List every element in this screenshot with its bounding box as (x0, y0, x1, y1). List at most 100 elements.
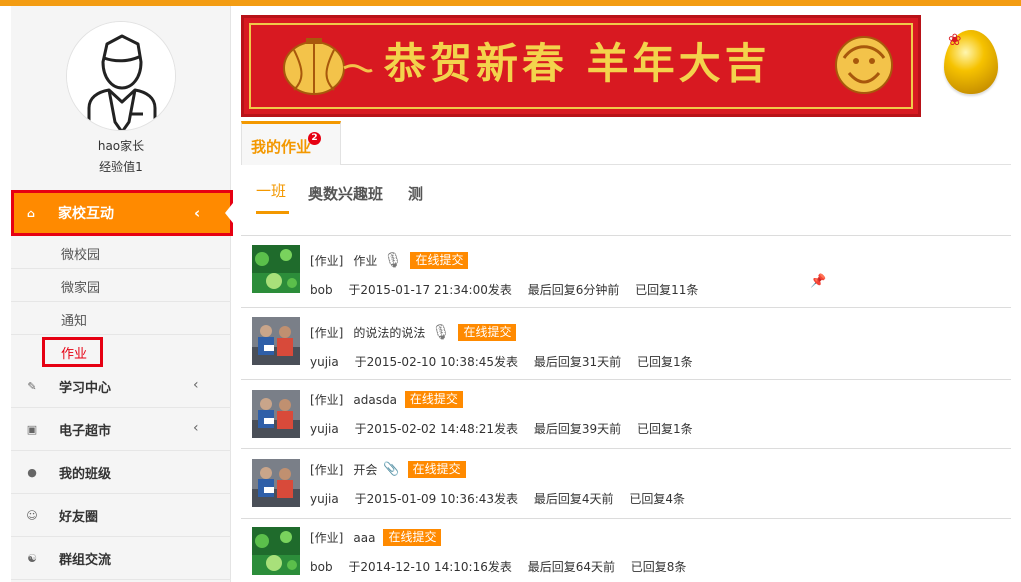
goat-ornament-icon (835, 36, 893, 94)
row-author: yujia (310, 422, 339, 436)
row-author: yujia (310, 355, 339, 369)
sidebar-subitem-micro-home[interactable]: 微家园 (11, 269, 231, 302)
homework-row[interactable]: [作业] 作业 🎙 在线提交 bob 于2015-01-17 21:34:00发… (241, 236, 1011, 308)
row-last-reply: 最后回复31天前 (533, 355, 622, 369)
sidebar-item-label: 学习中心 (59, 380, 112, 396)
sidebar-subitem-label: 微家园 (61, 281, 101, 296)
row-tag: [作业] (310, 463, 344, 477)
sidebar-item-label: 我的班级 (59, 466, 112, 482)
sidebar-item-label: 好友圈 (59, 509, 99, 525)
chevron-left-icon: ‹ (193, 377, 199, 393)
active-indicator (225, 203, 233, 223)
row-last-reply: 最后回复6分钟前 (527, 283, 620, 297)
row-title[interactable]: 作业 (353, 252, 377, 269)
row-posted: 于2015-01-09 10:36:43发表 (354, 492, 519, 506)
row-posted: 于2015-01-17 21:34:00发表 (348, 283, 512, 297)
row-last-reply: 最后回复39天前 (533, 422, 622, 436)
user-avatar-icon (67, 22, 175, 130)
row-meta-line: bob 于2015-01-17 21:34:00发表 最后回复6分钟前 已回复1… (310, 281, 710, 298)
new-year-banner: 恭贺新春 羊年大吉 (241, 15, 921, 117)
thumbnail-image (252, 459, 300, 507)
row-posted: 于2015-02-02 14:48:21发表 (354, 422, 519, 436)
group-icon: ☯ (27, 551, 37, 565)
status-badge: 在线提交 (407, 461, 466, 478)
homework-row[interactable]: [作业] 的说法的说法 🎙 在线提交 yujia 于2015-02-10 10:… (241, 308, 1011, 380)
sidebar-item-friends[interactable]: ☺ 好友圈 (11, 494, 231, 537)
user-experience: 经验值1 (99, 160, 143, 174)
row-replies: 已回复4条 (629, 492, 685, 506)
chevron-left-icon: ‹ (193, 420, 199, 436)
row-title-line: [作业] 开会 📎 在线提交 (310, 461, 466, 478)
edit-icon: ✎ (27, 379, 37, 393)
chevron-left-icon: ‹ (194, 204, 201, 222)
homework-row[interactable]: [作业] aaa 在线提交 bob 于2014-12-10 14:10:16发表… (241, 519, 1011, 582)
sidebar-subitem-micro-campus[interactable]: 微校园 (11, 236, 231, 269)
microphone-icon: 🎙 (383, 251, 403, 269)
homework-row[interactable]: [作业] adasda 在线提交 yujia 于2015-02-02 14:48… (241, 380, 1011, 449)
row-tag: [作业] (310, 253, 344, 268)
tab-label: 我的作业 (251, 138, 312, 156)
sidebar-subitem-homework[interactable]: 作业 (11, 335, 231, 367)
status-badge: 在线提交 (383, 529, 442, 546)
ribbon-bow-icon: ❀ (948, 30, 962, 49)
row-meta-line: bob 于2014-12-10 14:10:16发表 最后回复64天前 已回复8… (310, 558, 698, 575)
row-title-line: [作业] 的说法的说法 🎙 在线提交 (310, 323, 517, 341)
sidebar-subitem-label: 通知 (61, 314, 88, 329)
row-author: bob (310, 560, 333, 574)
banner-text: 恭贺新春 羊年大吉 (384, 39, 771, 88)
notification-badge: 2 (308, 132, 321, 145)
user-icon: ● (27, 465, 37, 479)
sidebar-item-label: 家校互动 (58, 206, 114, 222)
row-replies: 已回复1条 (636, 355, 693, 369)
status-badge: 在线提交 (410, 251, 469, 269)
status-badge: 在线提交 (404, 391, 463, 408)
active-tab-underline (256, 211, 289, 214)
row-title[interactable]: adasda (353, 393, 397, 407)
row-meta-line: yujia 于2015-02-02 14:48:21发表 最后回复39天前 已回… (310, 420, 705, 437)
sidebar-item-my-class[interactable]: ● 我的班级 (11, 451, 231, 494)
row-title[interactable]: 的说法的说法 (353, 324, 425, 341)
row-title[interactable]: 开会 (353, 461, 377, 478)
homework-row[interactable]: [作业] 开会 📎 在线提交 yujia 于2015-01-09 10:36:4… (241, 449, 1011, 519)
paperclip-icon: 📎 (383, 462, 400, 477)
sidebar-item-learning-center[interactable]: ✎ 学习中心 ‹ (11, 365, 231, 408)
row-posted: 于2015-02-10 10:38:45发表 (354, 355, 519, 369)
thumbnail-image (252, 317, 300, 365)
row-last-reply: 最后回复64天前 (527, 560, 615, 574)
class-tab-test[interactable]: 测 (408, 183, 423, 204)
row-tag: [作业] (310, 325, 344, 340)
status-badge: 在线提交 (458, 323, 517, 341)
thumbnail-image (252, 390, 300, 438)
row-author: bob (310, 283, 333, 297)
sidebar-subitem-notice[interactable]: 通知 (11, 302, 231, 335)
sidebar-subitem-label: 作业 (61, 347, 88, 362)
row-replies: 已回复11条 (635, 283, 699, 297)
row-replies: 已回复1条 (636, 422, 693, 436)
row-title-line: [作业] 作业 🎙 在线提交 (310, 251, 469, 269)
sidebar-subitem-label: 微校园 (61, 248, 101, 263)
class-tab-class-1[interactable]: 一班 (256, 180, 286, 201)
sidebar-item-home-school[interactable]: ⌂ 家校互动 ‹ (11, 190, 233, 236)
class-tab-math-club[interactable]: 奥数兴趣班 (308, 183, 383, 204)
microphone-icon: 🎙 (431, 323, 451, 341)
tab-my-homework[interactable]: 我的作业 2 (241, 121, 341, 165)
home-icon: ⌂ (27, 206, 35, 220)
pin-icon: 📌 (810, 274, 827, 289)
sidebar-item-e-market[interactable]: ▣ 电子超市 ‹ (11, 408, 231, 451)
row-title[interactable]: aaa (353, 531, 375, 545)
sidebar: hao家长 经验值1 ⌂ 家校互动 ‹ 微校园 微家园 通知 作业 ✎ 学习中心… (11, 6, 233, 582)
row-meta-line: yujia 于2015-01-09 10:36:43发表 最后回复4天前 已回复… (310, 490, 697, 507)
sidebar-item-groups[interactable]: ☯ 群组交流 (11, 537, 231, 580)
row-tag: [作业] (310, 393, 344, 407)
row-posted: 于2014-12-10 14:10:16发表 (348, 560, 512, 574)
row-tag: [作业] (310, 531, 344, 545)
row-author: yujia (310, 492, 339, 506)
lantern-icon (283, 38, 373, 95)
row-meta-line: yujia 于2015-02-10 10:38:45发表 最后回复31天前 已回… (310, 353, 705, 370)
row-last-reply: 最后回复4天前 (533, 492, 614, 506)
avatar[interactable] (66, 21, 176, 131)
row-replies: 已回复8条 (630, 560, 687, 574)
row-title-line: [作业] adasda 在线提交 (310, 391, 463, 408)
tab-bar: 我的作业 2 (241, 121, 1011, 165)
smile-icon: ☺ (26, 508, 38, 522)
